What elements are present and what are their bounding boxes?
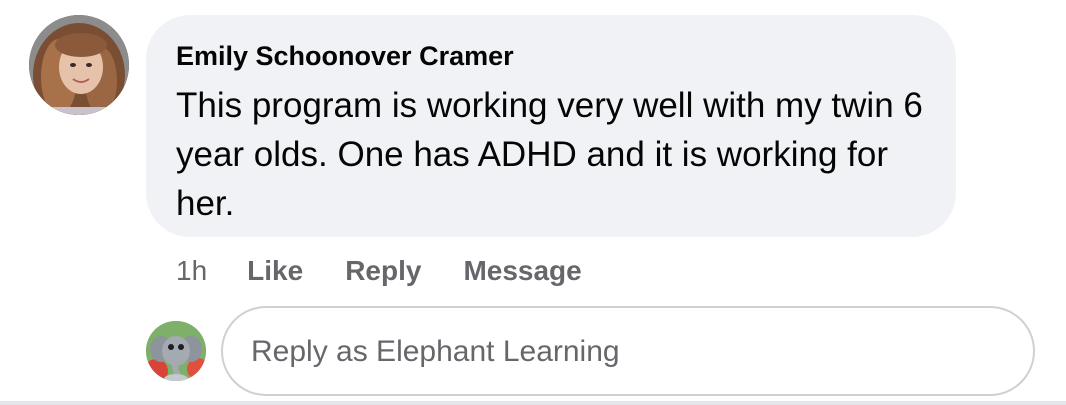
commenter-avatar[interactable] <box>29 15 129 115</box>
commenter-photo-icon <box>29 15 129 115</box>
comment-actions: 1h Like Reply Message <box>176 253 624 289</box>
elephant-icon <box>146 321 206 381</box>
message-button[interactable]: Message <box>463 255 581 287</box>
like-button[interactable]: Like <box>247 255 303 287</box>
comment-text: This program is working very well with m… <box>176 86 923 223</box>
comment-author[interactable]: Emily Schoonover Cramer <box>176 41 514 72</box>
comment-thread: Emily Schoonover Cramer This program is … <box>0 0 1066 405</box>
comment-bubble: Emily Schoonover Cramer This program is … <box>146 15 956 237</box>
reply-input[interactable]: Reply as Elephant Learning <box>221 306 1035 396</box>
reply-placeholder: Reply as Elephant Learning <box>251 335 620 368</box>
divider <box>0 401 1066 405</box>
reply-button[interactable]: Reply <box>345 255 421 287</box>
comment-timestamp[interactable]: 1h <box>176 255 207 287</box>
page-avatar <box>146 321 206 381</box>
